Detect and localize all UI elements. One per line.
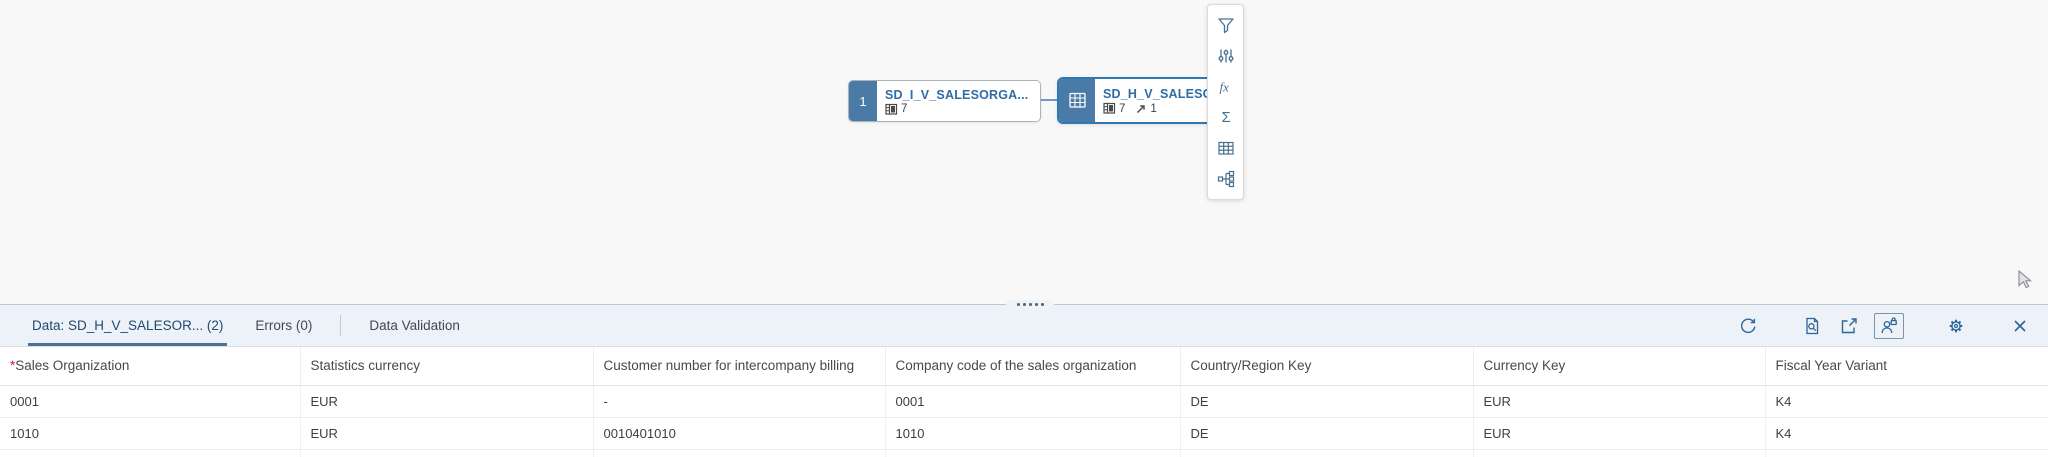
table-cell: EUR xyxy=(300,417,594,450)
table-cell: EUR xyxy=(1473,417,1766,450)
join-count: 1 xyxy=(1150,102,1157,115)
field-count: 7 xyxy=(1119,102,1126,115)
mouse-cursor-icon xyxy=(2018,270,2033,289)
table-row[interactable]: 0001 EUR - 0001 DE EUR K4 xyxy=(0,385,2048,418)
tab-errors[interactable]: Errors (0) xyxy=(251,305,316,346)
columns-icon xyxy=(1103,102,1116,114)
column-header-sales-organization[interactable]: *Sales Organization xyxy=(0,347,301,386)
diagram-node-source[interactable]: 1 SD_I_V_SALESORGA... 7 xyxy=(848,80,1042,122)
column-header-fiscal-year-variant[interactable]: Fiscal Year Variant xyxy=(1765,347,2048,386)
table-cell: K4 xyxy=(1765,385,2048,418)
settings-sliders-icon[interactable] xyxy=(1213,43,1239,69)
svg-text:fx: fx xyxy=(1219,79,1229,94)
node-title: SD_H_V_SALESO... xyxy=(1103,87,1224,101)
table-cell: EUR xyxy=(1473,385,1766,418)
document-search-icon[interactable] xyxy=(1800,314,1824,338)
table-cell: 1010 xyxy=(0,417,301,450)
permissions-lock-icon[interactable] xyxy=(1874,312,1904,339)
data-preview-panel: Data: SD_H_V_SALESOR... (2) Errors (0) D… xyxy=(0,300,2048,457)
table-grid-icon[interactable] xyxy=(1213,135,1239,161)
table-cell: 0010401010 xyxy=(593,417,886,450)
panel-tab-bar: Data: SD_H_V_SALESOR... (2) Errors (0) D… xyxy=(0,305,2048,347)
columns-icon xyxy=(885,103,898,115)
tab-data-validation[interactable]: Data Validation xyxy=(365,305,464,346)
panel-resize-grip[interactable] xyxy=(1006,300,1054,309)
app-screen: 1 SD_I_V_SALESORGA... 7 SD_H_V_SALESO...… xyxy=(0,0,2048,457)
close-icon[interactable] xyxy=(2008,314,2032,338)
table-header-row: *Sales Organization Statistics currency … xyxy=(0,347,2048,386)
svg-text:Σ: Σ xyxy=(1221,109,1230,126)
export-icon[interactable] xyxy=(1837,314,1861,338)
node-connector-line xyxy=(1010,95,1058,105)
refresh-icon[interactable] xyxy=(1736,314,1760,338)
settings-gear-icon[interactable] xyxy=(1944,314,1968,338)
table-cell: 1010 xyxy=(885,417,1181,450)
table-cell: EUR xyxy=(300,385,594,418)
table-row-partial xyxy=(0,449,2048,457)
table-cell: - xyxy=(593,385,886,418)
column-header-customer-number[interactable]: Customer number for intercompany billing xyxy=(593,347,886,386)
table-entity-icon xyxy=(1059,79,1095,122)
column-header-statistics-currency[interactable]: Statistics currency xyxy=(300,347,594,386)
panel-actions xyxy=(1736,305,2032,346)
data-preview-table: *Sales Organization Statistics currency … xyxy=(0,347,2048,457)
formula-fx-icon[interactable]: fx xyxy=(1213,74,1239,100)
filter-icon[interactable] xyxy=(1213,12,1239,38)
table-row[interactable]: 1010 EUR 0010401010 1010 DE EUR K4 xyxy=(0,417,2048,450)
aggregation-sigma-icon[interactable]: Σ xyxy=(1213,104,1239,130)
field-count: 7 xyxy=(901,103,908,115)
node-order-badge: 1 xyxy=(849,81,877,121)
tab-data[interactable]: Data: SD_H_V_SALESOR... (2) xyxy=(28,305,228,346)
table-cell: K4 xyxy=(1765,417,2048,450)
table-cell: 0001 xyxy=(0,385,301,418)
hierarchy-join-icon[interactable] xyxy=(1213,166,1239,192)
column-header-currency-key[interactable]: Currency Key xyxy=(1473,347,1766,386)
table-cell: DE xyxy=(1180,385,1474,418)
table-cell: DE xyxy=(1180,417,1474,450)
table-cell: 0001 xyxy=(885,385,1181,418)
data-flow-canvas[interactable]: 1 SD_I_V_SALESORGA... 7 SD_H_V_SALESO...… xyxy=(0,0,2048,304)
tab-separator xyxy=(340,315,342,336)
join-arrow-icon xyxy=(1137,104,1146,113)
node-context-toolbar: fx Σ xyxy=(1207,4,1244,200)
column-header-country-region-key[interactable]: Country/Region Key xyxy=(1180,347,1474,386)
column-header-company-code[interactable]: Company code of the sales organization xyxy=(885,347,1181,386)
node-title: SD_I_V_SALESORGA... xyxy=(885,87,1029,102)
